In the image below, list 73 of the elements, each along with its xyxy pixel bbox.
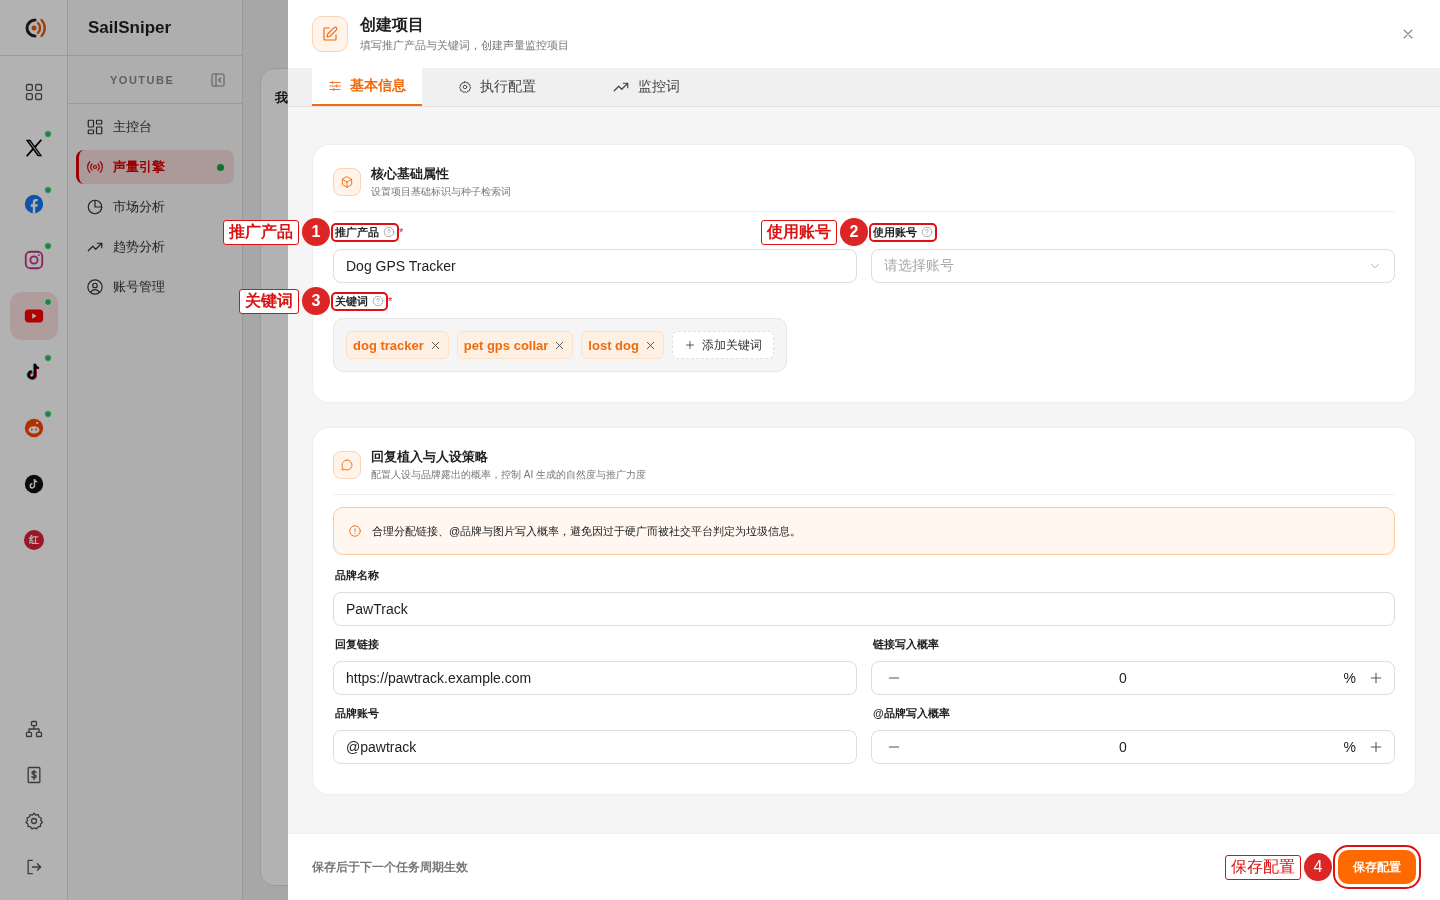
number-stepper[interactable]: 0 %	[871, 661, 1395, 695]
plus-icon[interactable]	[1368, 739, 1384, 755]
input-field[interactable]: PawTrack	[333, 592, 1395, 626]
platform-button[interactable]: 红	[9, 516, 58, 564]
sidebar-item[interactable]: 账号管理	[76, 270, 234, 304]
step-badge: 4	[1304, 853, 1332, 881]
pie-chart-icon	[86, 198, 104, 216]
plus-icon[interactable]	[1368, 670, 1384, 686]
dashboard-icon	[86, 118, 104, 136]
online-dot	[43, 130, 52, 138]
settings-icon[interactable]	[23, 811, 44, 831]
reddit-icon	[22, 417, 45, 439]
field-label: 关键词	[335, 293, 368, 309]
field-label: 品牌账号	[335, 705, 379, 721]
field-label: @品牌写入概率	[873, 705, 950, 721]
facebook-icon	[22, 193, 45, 215]
footer-note: 保存后于下一个任务周期生效	[312, 858, 468, 876]
input-field[interactable]: @pawtrack	[333, 730, 857, 764]
keyword-tag: dog tracker	[346, 331, 449, 359]
sliders-icon	[328, 79, 342, 93]
unit-label: %	[1343, 670, 1356, 686]
cube-icon	[340, 175, 354, 189]
field-label: 品牌名称	[335, 567, 379, 583]
callout-label: 推广产品	[223, 219, 299, 245]
edit-icon	[321, 25, 339, 43]
input-field[interactable]: https://pawtrack.example.com	[333, 661, 857, 695]
sidebar-item[interactable]: 主控台	[76, 110, 234, 144]
online-dot	[43, 410, 52, 418]
drawer-subtitle: 填写推广产品与关键词，创建声量监控项目	[360, 38, 569, 53]
notice-text: 合理分配链接、@品牌与图片写入概率，避免因过于硬广而被社交平台判定为垃圾信息。	[372, 523, 802, 539]
required-mark: *	[399, 226, 404, 238]
callout-label: 保存配置	[1225, 854, 1301, 880]
instagram-icon	[22, 249, 45, 271]
section-subtitle: 设置项目基础标识与种子检索词	[371, 185, 511, 199]
drawer-title: 创建项目	[360, 15, 425, 35]
plus-icon	[683, 339, 696, 351]
input-field[interactable]: Dog GPS Tracker	[333, 249, 857, 283]
online-dot	[43, 298, 52, 306]
add-keyword-button[interactable]: 添加关键词	[671, 331, 774, 359]
online-dot	[43, 186, 52, 194]
collapse-sidebar-icon[interactable]	[210, 71, 226, 88]
tab[interactable]: 执行配置	[442, 68, 552, 106]
section-subtitle: 配置人设与品牌露出的概率，控制 AI 生成的自然度与推广力度	[371, 468, 646, 482]
number-stepper[interactable]: 0 %	[871, 730, 1395, 764]
section-label: YOUTUBE	[110, 73, 175, 86]
field-label: 使用账号	[873, 224, 917, 240]
step-badge: 1	[302, 218, 330, 246]
sitemap-icon[interactable]	[23, 719, 44, 739]
page-heading: 我	[275, 89, 288, 107]
settings-icon	[458, 80, 472, 94]
step-badge: 2	[840, 218, 868, 246]
broadcast-icon	[86, 158, 104, 176]
tiktok-icon	[22, 473, 45, 495]
field-label: 回复链接	[335, 636, 379, 652]
section-title: 核心基础属性	[371, 165, 450, 183]
keyword-tag: pet gps collar	[456, 331, 574, 359]
unit-label: %	[1343, 739, 1356, 755]
chat-bubble-icon	[340, 458, 354, 472]
tab[interactable]: 监控词	[592, 68, 700, 106]
field-label: 链接写入概率	[873, 636, 939, 652]
online-dot	[43, 354, 52, 362]
required-mark: *	[388, 295, 393, 307]
user-circle-icon	[86, 278, 104, 296]
grid-icon	[23, 82, 44, 102]
keyword-tag: lost dog	[581, 331, 664, 359]
online-dot	[43, 242, 52, 250]
callout-label: 关键词	[239, 288, 299, 314]
callout-label: 使用账号	[761, 219, 837, 245]
info-icon	[348, 524, 362, 538]
step-badge: 3	[302, 287, 330, 315]
field-label: 推广产品	[335, 224, 379, 240]
section-title: 回复植入与人设策略	[371, 448, 489, 466]
xiaohongshu-icon: 红	[23, 530, 44, 550]
